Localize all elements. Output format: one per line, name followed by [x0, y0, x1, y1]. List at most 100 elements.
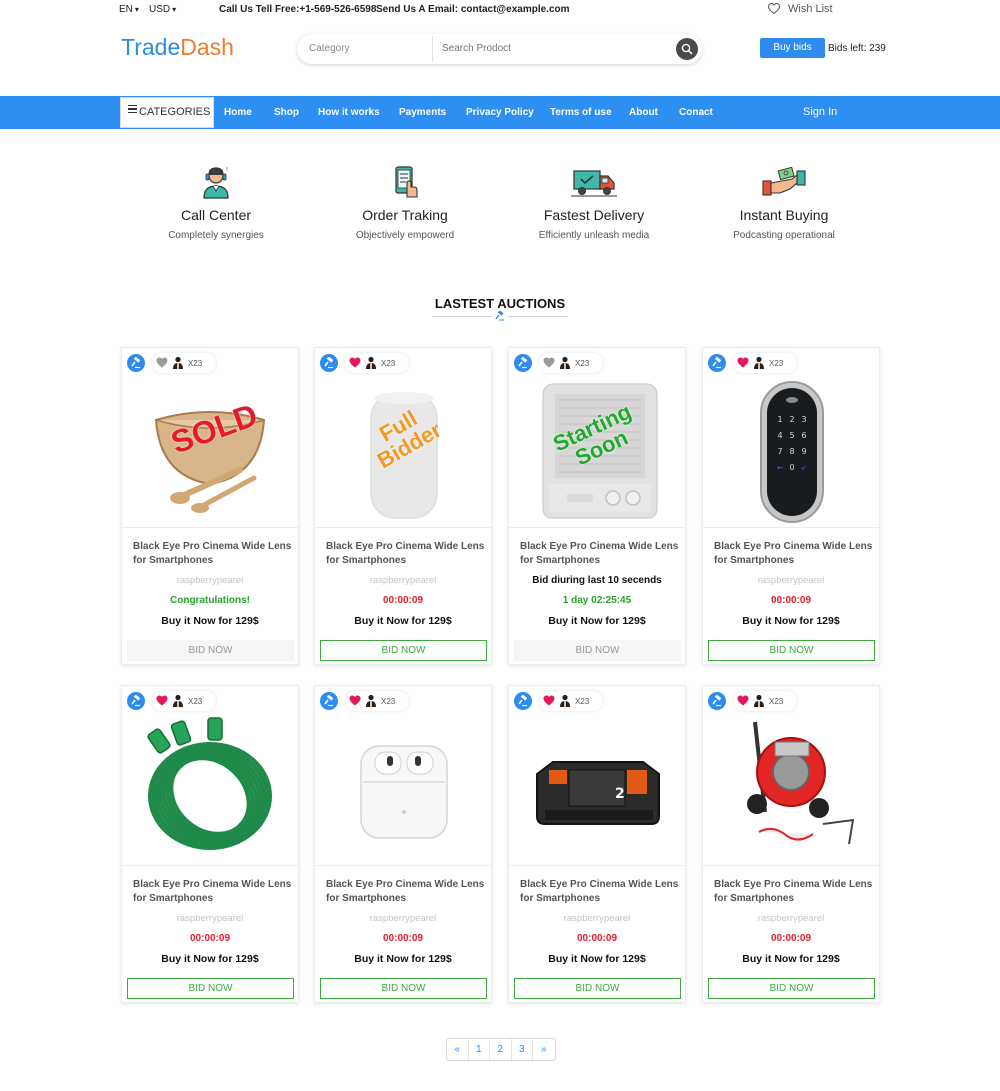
bid-button-icon[interactable]: [514, 354, 532, 372]
product-name[interactable]: Black Eye Pro Cinema Wide Lens for Smart…: [714, 878, 874, 906]
svg-text:9: 9: [801, 447, 806, 456]
heart-icon[interactable]: [349, 695, 361, 706]
feature-instant-buying: Instant Buying Podcasting operational: [689, 165, 879, 241]
categories-button[interactable]: CATEGORIES: [120, 97, 214, 128]
nav-item-shop[interactable]: Shop: [274, 107, 299, 118]
bid-now-button[interactable]: BID NOW: [320, 978, 487, 999]
top-bar: EN ▾ USD ▾ Call Us Tell Free:+1-569-526-65…: [0, 0, 1000, 22]
svg-text:5: 5: [789, 431, 794, 440]
nav-item-terms-of-use[interactable]: Terms of use: [550, 107, 612, 118]
pagination-next[interactable]: »: [533, 1039, 555, 1060]
logo[interactable]: TradeDash: [121, 34, 234, 61]
nav-item-how-it-works[interactable]: How it works: [318, 107, 380, 118]
auction-card[interactable]: Starting Soon X23 Black Eye Pro Cinema Wide…: [508, 347, 686, 665]
bid-button-icon[interactable]: [708, 692, 726, 710]
buy-bids-button[interactable]: Buy bids: [760, 38, 825, 58]
buy-now-price: Buy it Now for 129$: [742, 953, 840, 965]
product-image[interactable]: Starting Soon X23: [509, 348, 685, 528]
wishlist-link[interactable]: Wish List: [767, 2, 833, 15]
heart-icon[interactable]: [543, 695, 555, 706]
pagination-page-3[interactable]: 3: [512, 1039, 533, 1060]
auction-card[interactable]: Full Bidder X23 Black Eye Pro Cinema Wide L…: [314, 347, 492, 665]
currency-value: USD: [149, 4, 171, 15]
bid-now-button[interactable]: BID NOW: [708, 640, 875, 661]
pagination-prev[interactable]: «: [447, 1039, 469, 1060]
bidder-count: X23: [769, 359, 784, 368]
bid-button-icon[interactable]: [320, 692, 338, 710]
feature-subtitle: Objectively empowerd: [355, 230, 455, 241]
bid-now-button[interactable]: BID NOW: [127, 978, 294, 999]
bid-now-button[interactable]: BID NOW: [514, 978, 681, 999]
delivery-truck-icon: [571, 170, 617, 197]
product-image[interactable]: Full Bidder X23: [315, 348, 491, 528]
heart-icon[interactable]: [737, 695, 749, 706]
product-name[interactable]: Black Eye Pro Cinema Wide Lens for Smart…: [520, 878, 680, 906]
auction-card[interactable]: 2 X23 Black Eye Pro Cinema Wide Lens for S…: [508, 685, 686, 1003]
heart-icon[interactable]: [543, 357, 555, 368]
auction-card[interactable]: X23 Black Eye Pro Cinema Wide Lens for Sm…: [121, 685, 299, 1003]
language-value: EN: [119, 4, 133, 15]
bid-button-icon[interactable]: [127, 692, 145, 710]
bidder-count: X23: [575, 697, 590, 706]
heart-icon[interactable]: [349, 357, 361, 368]
auction-card[interactable]: X23 Black Eye Pro Cinema Wide Lens for Sm…: [702, 685, 880, 1003]
product-image[interactable]: SOLD X23: [122, 348, 298, 528]
gavel-icon: [495, 311, 504, 321]
product-name[interactable]: Black Eye Pro Cinema Wide Lens for Smart…: [326, 540, 486, 568]
bid-button-icon[interactable]: [708, 354, 726, 372]
seller-name: raspberrypearel: [176, 575, 244, 586]
product-image[interactable]: 1 2 3 4 5 6 7 8 9 0 ← ✓ X23: [703, 348, 879, 528]
auction-card[interactable]: X23 Black Eye Pro Cinema Wide Lens for Sm…: [314, 685, 492, 1003]
seller-name: raspberrypearel: [563, 913, 631, 924]
gavel-icon: [324, 695, 334, 707]
svg-text:3: 3: [801, 415, 806, 424]
product-image[interactable]: X23: [122, 686, 298, 866]
search-button[interactable]: [676, 38, 698, 60]
nav-item-about[interactable]: About: [629, 107, 658, 118]
product-illustration: [315, 712, 491, 865]
search-input[interactable]: [442, 43, 662, 54]
nav-item-privacy-policy[interactable]: Privacy Policy: [466, 107, 534, 118]
nav-item-payments[interactable]: Payments: [399, 107, 446, 118]
search-category-select[interactable]: Category: [309, 43, 350, 54]
heart-icon[interactable]: [156, 695, 168, 706]
product-image[interactable]: 2 X23: [509, 686, 685, 866]
feature-subtitle: Efficiently unleash media: [538, 230, 650, 241]
bidder-icon: [560, 694, 570, 707]
auction-card[interactable]: 1 2 3 4 5 6 7 8 9 0 ← ✓ X23 Black Eye Pro Cinema Wide…: [702, 347, 880, 665]
sign-in-link[interactable]: Sign In: [803, 106, 837, 118]
nav-item-contact[interactable]: Conact: [679, 107, 713, 118]
product-name[interactable]: Black Eye Pro Cinema Wide Lens for Smart…: [326, 878, 486, 906]
bid-now-button[interactable]: BID NOW: [320, 640, 487, 661]
product-name[interactable]: Black Eye Pro Cinema Wide Lens for Smart…: [520, 540, 680, 568]
product-name[interactable]: Black Eye Pro Cinema Wide Lens for Smart…: [714, 540, 874, 568]
auction-card[interactable]: SOLD X23 Black Eye Pro Cinema Wide Lens fo…: [121, 347, 299, 665]
bid-now-button[interactable]: BID NOW: [514, 640, 681, 661]
product-name[interactable]: Black Eye Pro Cinema Wide Lens for Smart…: [133, 878, 293, 906]
product-image[interactable]: X23: [315, 686, 491, 866]
feature-title: Call Center: [180, 207, 252, 223]
gavel-icon: [324, 357, 334, 369]
pagination-page-1[interactable]: 1: [469, 1039, 490, 1060]
currency-selector[interactable]: USD ▾: [149, 4, 176, 15]
nav-item-home[interactable]: Home: [224, 107, 252, 118]
bidder-count: X23: [188, 697, 203, 706]
buy-now-price: Buy it Now for 129$: [161, 615, 259, 627]
seller-name: raspberrypearel: [757, 575, 825, 586]
product-name[interactable]: Black Eye Pro Cinema Wide Lens for Smart…: [133, 540, 293, 568]
language-selector[interactable]: EN ▾: [119, 4, 139, 15]
bid-now-button[interactable]: BID NOW: [127, 640, 294, 661]
heart-icon[interactable]: [156, 357, 168, 368]
bid-button-icon[interactable]: [320, 354, 338, 372]
product-image[interactable]: X23: [703, 686, 879, 866]
heart-icon[interactable]: [737, 357, 749, 368]
bid-button-icon[interactable]: [514, 692, 532, 710]
pagination-page-2[interactable]: 2: [490, 1039, 512, 1060]
svg-text:7: 7: [777, 447, 782, 456]
card-stats: X23: [539, 353, 603, 373]
headset-agent-icon: !: [203, 167, 229, 199]
bid-button-icon[interactable]: [127, 354, 145, 372]
bid-now-button[interactable]: BID NOW: [708, 978, 875, 999]
title-underline-right: [508, 316, 568, 317]
card-stats: X23: [345, 353, 409, 373]
